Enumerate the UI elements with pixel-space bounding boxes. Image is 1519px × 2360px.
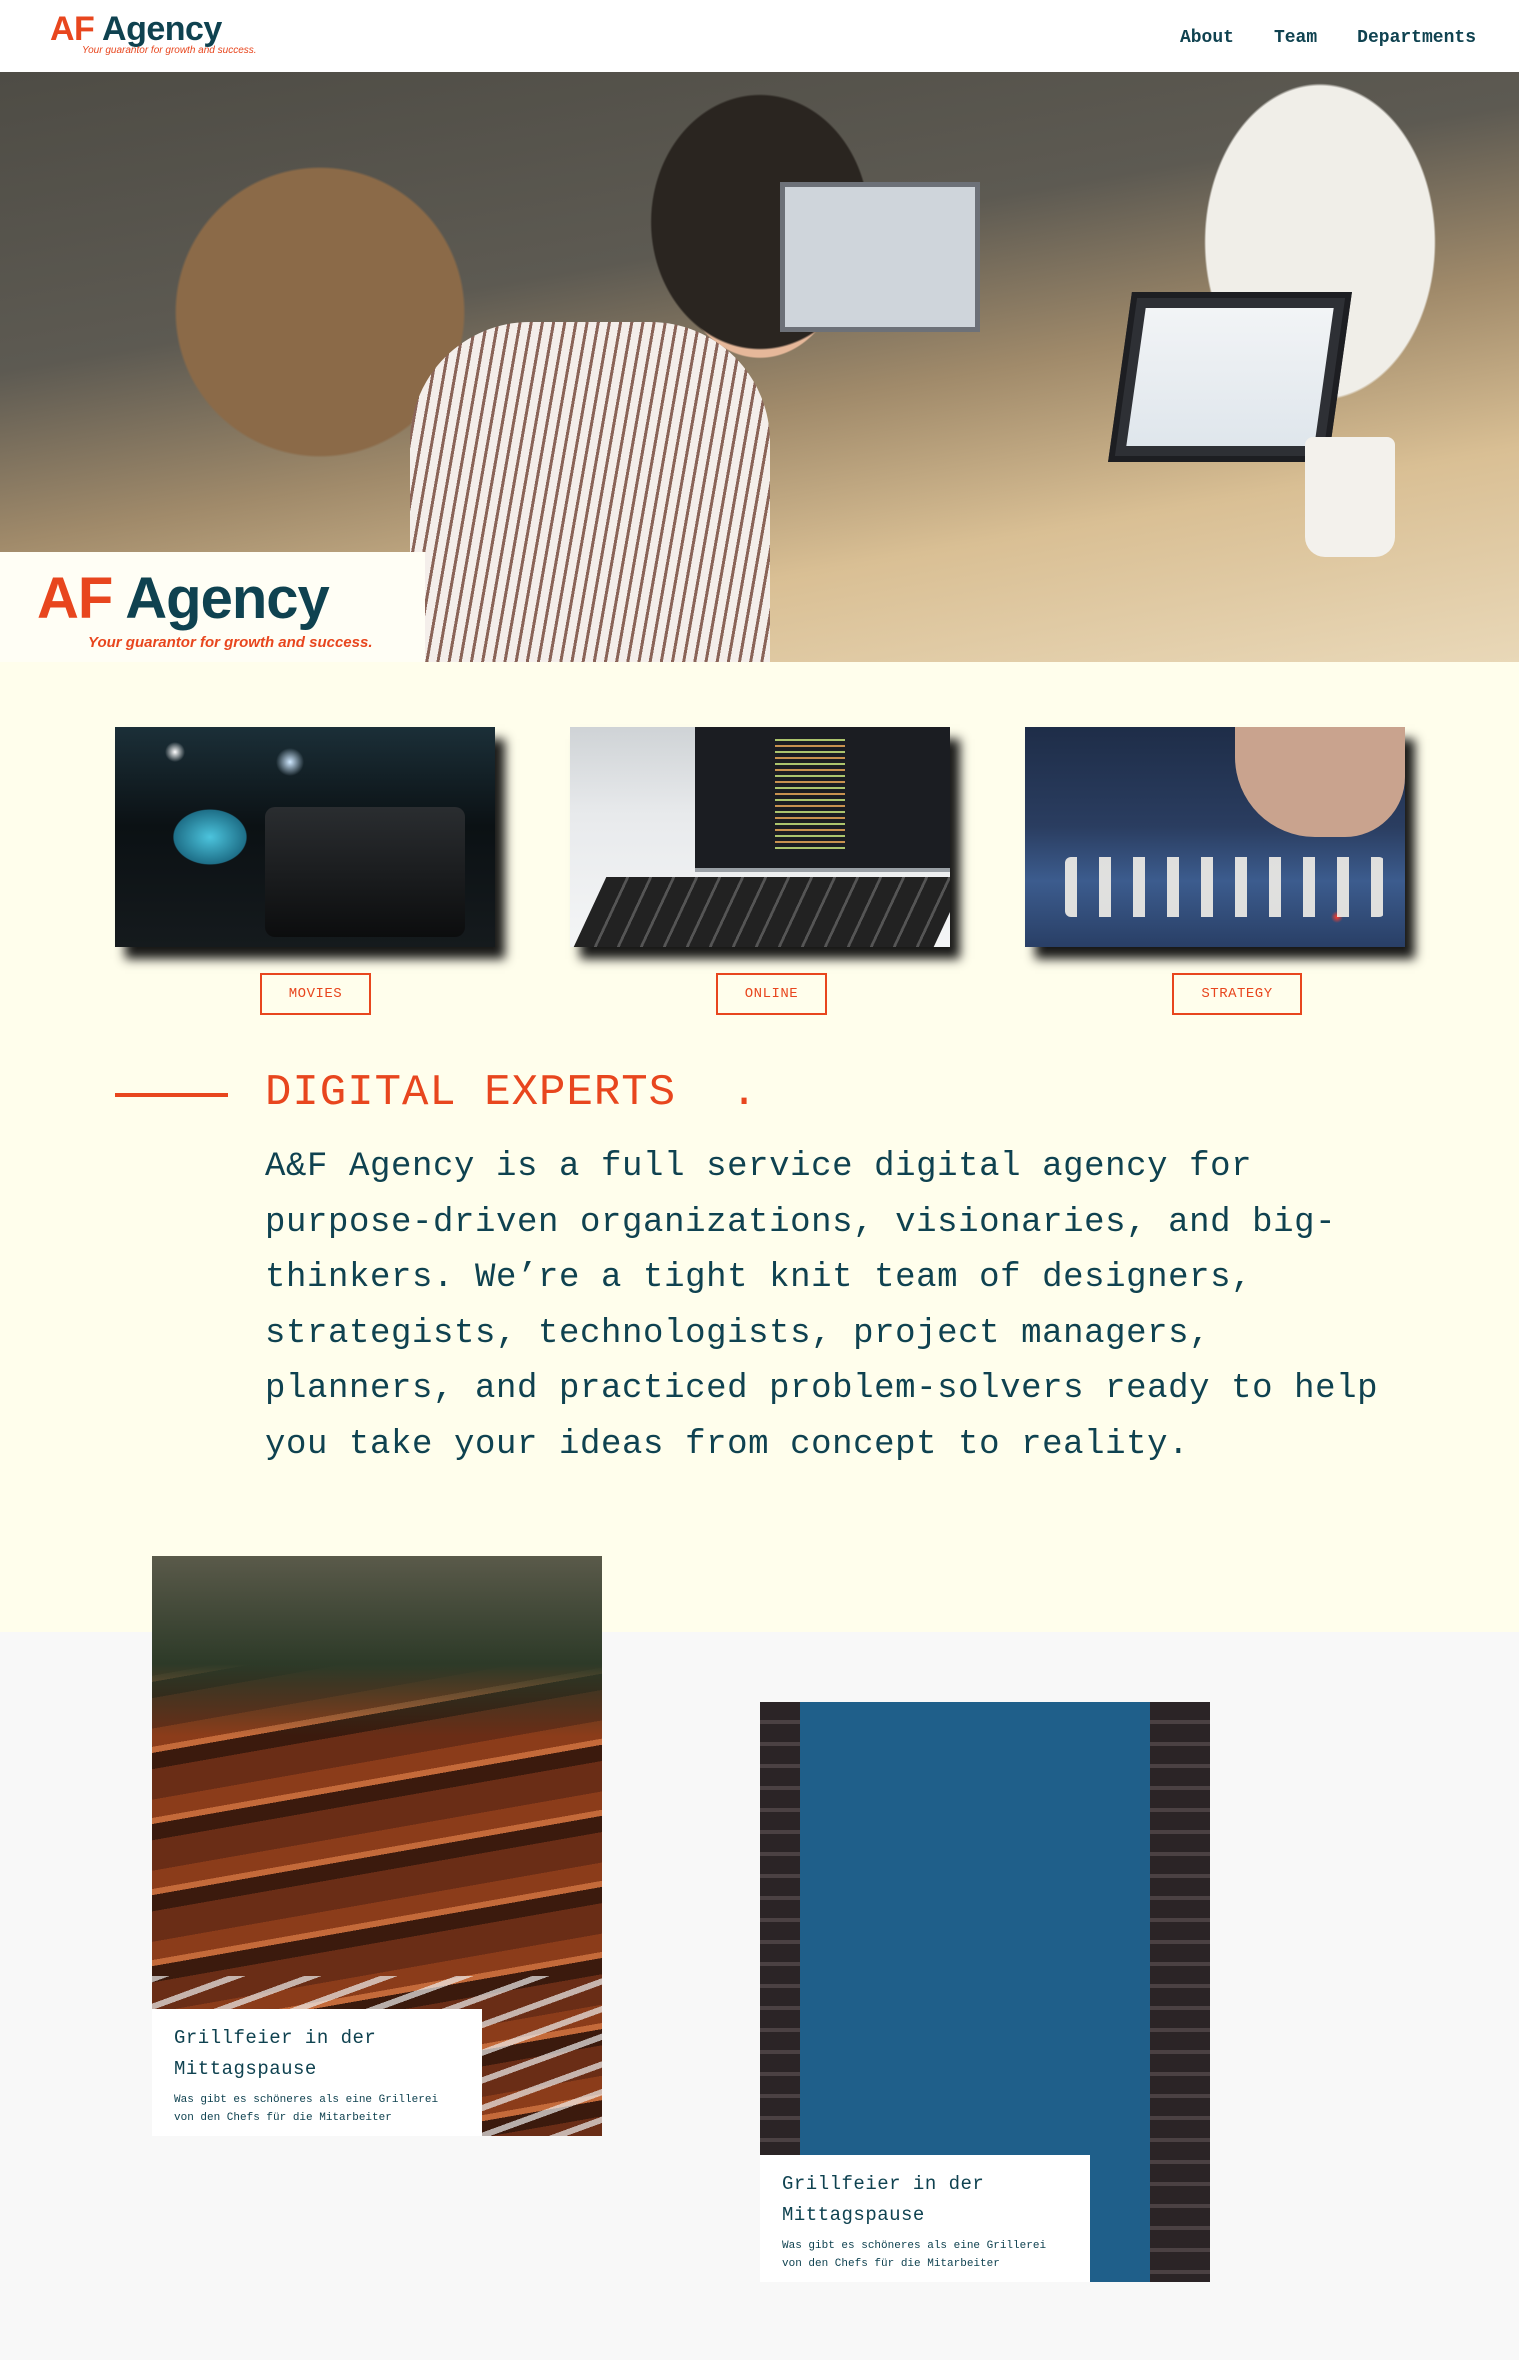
laptop-keyboard <box>573 877 950 947</box>
video-camera-icon <box>265 807 465 937</box>
event-caption-2: Grillfeier in der Mittagspause Was gibt … <box>760 2155 1090 2282</box>
hero-person <box>410 322 770 662</box>
site-header: AF Agency Your guarantor for growth and … <box>0 0 1519 72</box>
main-nav: About Team Departments <box>1180 28 1476 48</box>
movies-button[interactable]: MOVIES <box>260 973 371 1015</box>
event-title: Grillfeier in der Mittagspause <box>782 2173 985 2226</box>
nav-team-link[interactable]: Team <box>1274 28 1317 48</box>
laptop-code-icon <box>695 727 950 872</box>
hero-image: AF Agency Your guarantor for growth and … <box>0 72 1519 662</box>
hero-logo-badge: AF Agency Your guarantor for growth and … <box>0 552 425 662</box>
event-title: Grillfeier in der Mittagspause <box>174 2027 377 2080</box>
logo-tagline: Your guarantor for growth and success. <box>82 45 257 56</box>
nav-about-link[interactable]: About <box>1180 28 1234 48</box>
hand-icon <box>1235 727 1405 837</box>
hero-logo-tagline: Your guarantor for growth and success. <box>88 634 373 651</box>
event-description: Was gibt es schöneres als eine Grillerei… <box>782 2240 1047 2270</box>
service-image-movies[interactable] <box>115 727 495 947</box>
section-title: DIGITAL EXPERTS . <box>265 1068 759 1118</box>
bbq-background <box>152 1556 602 1736</box>
event-description: Was gibt es schöneres als eine Grillerei… <box>174 2094 439 2124</box>
service-image-online[interactable] <box>570 727 950 947</box>
hero-coffee-cup <box>1305 437 1395 557</box>
service-image-strategy[interactable] <box>1025 727 1405 947</box>
nav-departments-link[interactable]: Departments <box>1357 28 1476 48</box>
hero-logo-wordmark: AF Agency <box>37 566 330 631</box>
header-logo[interactable]: AF Agency Your guarantor for growth and … <box>50 10 257 56</box>
intro-paragraph: A&F Agency is a full service digital age… <box>265 1148 1379 1464</box>
title-accent-line <box>115 1093 228 1097</box>
strategy-button[interactable]: STRATEGY <box>1172 973 1302 1015</box>
chess-icon <box>1065 857 1385 917</box>
hero-laptop-back <box>780 182 980 332</box>
logo-wordmark: AF Agency <box>50 10 222 48</box>
online-button[interactable]: ONLINE <box>716 973 827 1015</box>
clock-tower-right <box>1150 1702 1210 2282</box>
event-caption-1: Grillfeier in der Mittagspause Was gibt … <box>152 2009 482 2136</box>
